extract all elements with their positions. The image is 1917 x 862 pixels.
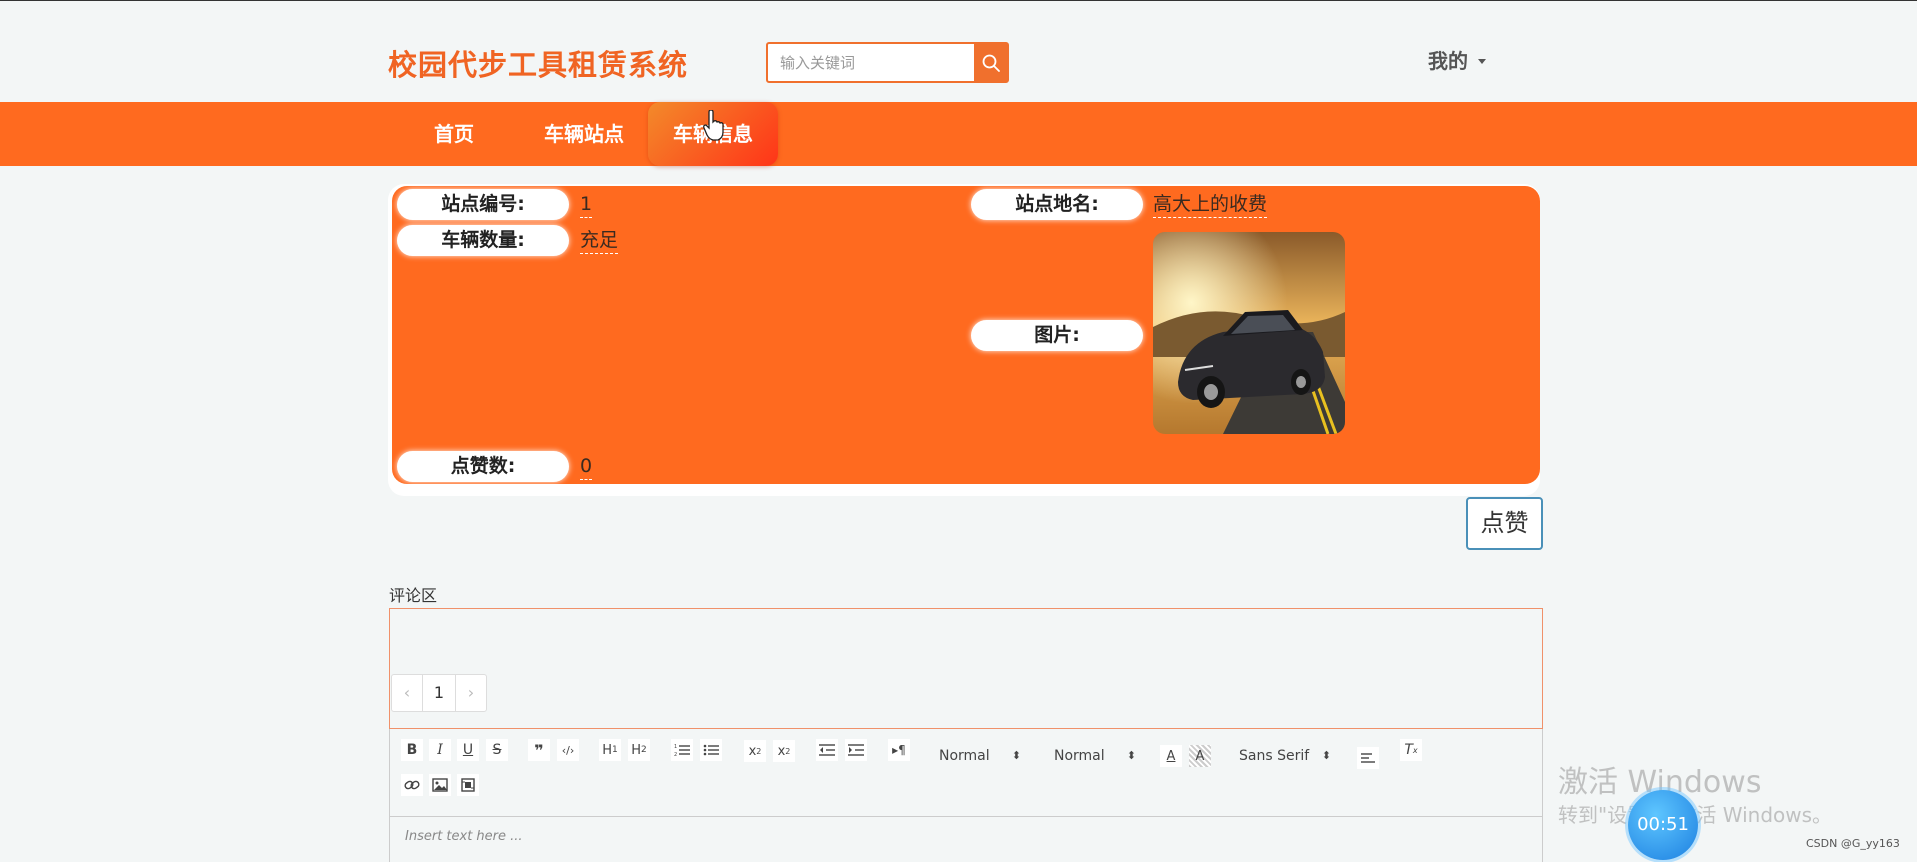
clear-formatting-icon[interactable]: Tx: [1400, 739, 1422, 761]
main-nav-bar: 首页 车辆站点 车辆信息: [0, 102, 1917, 166]
top-border-line: [0, 0, 1917, 1]
field-label-station-id: 站点编号:: [397, 189, 569, 220]
header-1-icon[interactable]: H1: [599, 739, 621, 761]
field-value-station-id: 1: [580, 191, 593, 218]
svg-text:2: 2: [674, 752, 677, 757]
text-color-icon[interactable]: A: [1160, 745, 1182, 767]
bullet-list-icon[interactable]: [700, 739, 722, 761]
field-value-station-name: 高大上的收费: [1153, 191, 1268, 218]
background-color-icon[interactable]: A: [1189, 745, 1211, 767]
subscript-icon[interactable]: x2: [744, 740, 766, 762]
field-value-like-count: 0: [580, 453, 593, 480]
search-input[interactable]: [768, 44, 974, 81]
user-menu-dropdown[interactable]: 我的: [1428, 45, 1486, 74]
ordered-list-icon[interactable]: 12: [671, 739, 693, 761]
svg-text:1: 1: [674, 744, 677, 750]
indent-icon[interactable]: [845, 739, 867, 761]
align-icon[interactable]: [1357, 747, 1379, 769]
hand-pointer-cursor-icon: [703, 110, 724, 141]
field-value-vehicle-count: 充足: [580, 227, 619, 254]
field-label-like-count: 点赞数:: [397, 451, 569, 482]
strikethrough-icon[interactable]: S: [486, 739, 508, 761]
image-icon[interactable]: [429, 774, 451, 796]
code-block-icon[interactable]: ‹/›: [557, 739, 579, 761]
outdent-icon[interactable]: [816, 739, 838, 761]
user-menu-label: 我的: [1428, 49, 1468, 73]
station-photo: [1153, 232, 1345, 434]
nav-item-home[interactable]: 首页: [432, 102, 476, 166]
font-family-select[interactable]: Sans Serif ⬍: [1237, 745, 1333, 767]
recording-timer-badge[interactable]: 00:51: [1628, 790, 1698, 860]
field-label-image: 图片:: [971, 320, 1143, 351]
select-caret-icon: ⬍: [1321, 749, 1331, 762]
font-family-select-value: Sans Serif: [1239, 748, 1310, 764]
pagination-prev-button[interactable]: ‹: [392, 675, 422, 711]
pagination-next-button[interactable]: ›: [456, 675, 486, 711]
format-select-value: Normal: [939, 748, 990, 764]
pagination-page-1[interactable]: 1: [422, 675, 456, 711]
format-select[interactable]: Normal ⬍: [937, 745, 1023, 767]
select-caret-icon: ⬍: [1011, 749, 1021, 762]
search-button[interactable]: [974, 44, 1007, 81]
search-icon: [982, 54, 1000, 72]
link-icon[interactable]: [401, 774, 423, 796]
select-caret-icon: ⬍: [1126, 749, 1136, 762]
blockquote-icon[interactable]: ❞: [528, 739, 550, 761]
field-label-vehicle-count: 车辆数量:: [397, 225, 569, 256]
bold-icon[interactable]: B: [401, 739, 423, 761]
comment-editor-input[interactable]: [389, 816, 1543, 862]
nav-item-vehicle-stations[interactable]: 车辆站点: [540, 102, 628, 166]
comments-section-label: 评论区: [389, 586, 438, 605]
underline-icon[interactable]: U: [457, 739, 479, 761]
caret-down-icon: [1478, 58, 1486, 64]
header-2-icon[interactable]: H2: [628, 739, 650, 761]
search-box: [766, 42, 1009, 83]
comment-pagination: ‹ 1 ›: [391, 674, 487, 712]
editor-placeholder-text: Insert text here ...: [405, 829, 523, 844]
superscript-icon[interactable]: x2: [773, 740, 795, 762]
source-watermark: CSDN @G_yy163: [1806, 837, 1900, 850]
field-label-station-name: 站点地名:: [971, 189, 1143, 220]
size-select[interactable]: Normal ⬍: [1052, 745, 1138, 767]
text-direction-icon[interactable]: ▸¶: [888, 739, 910, 761]
size-select-value: Normal: [1054, 748, 1105, 764]
like-button[interactable]: 点赞: [1466, 497, 1543, 550]
italic-icon[interactable]: I: [429, 739, 451, 761]
site-title: 校园代步工具租赁系统: [388, 48, 689, 82]
video-icon[interactable]: [457, 774, 479, 796]
comment-list: [389, 608, 1543, 729]
